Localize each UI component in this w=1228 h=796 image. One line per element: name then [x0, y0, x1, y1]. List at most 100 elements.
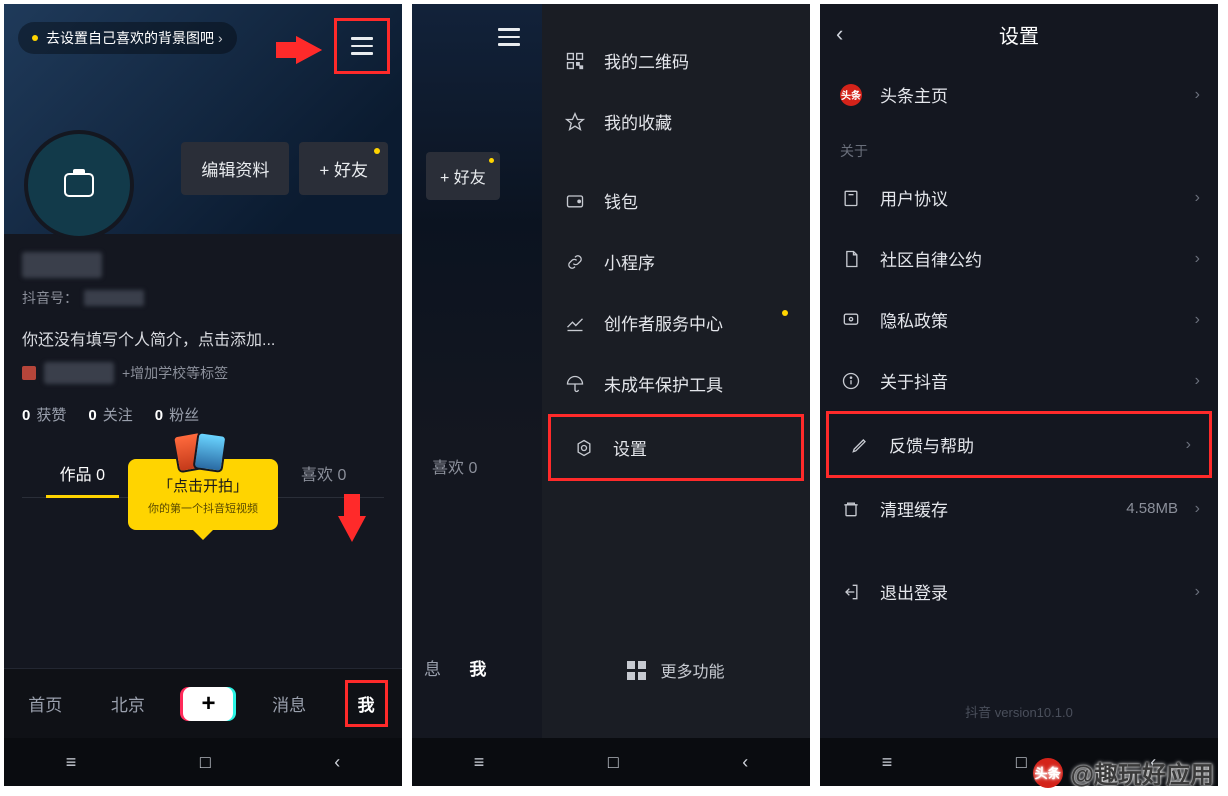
- tag-icon: [22, 366, 36, 380]
- annotation-arrow-right: [296, 36, 322, 64]
- logout-icon: [840, 582, 862, 602]
- menu-button-highlight[interactable]: [334, 18, 390, 74]
- screen-drawer: + 好友 喜欢 0 息 我 我的二维码 我的收藏 钱包 小程序 创作者服务中心: [412, 4, 810, 786]
- add-friend-button[interactable]: + 好友: [299, 142, 388, 195]
- sys-home-icon[interactable]: □: [1016, 752, 1027, 773]
- book-icon: [840, 188, 862, 208]
- tab-likes[interactable]: 喜欢 0: [263, 449, 384, 497]
- add-friend-button[interactable]: + 好友: [426, 152, 500, 200]
- chevron-right-icon: ›: [1195, 189, 1200, 207]
- drawer-underlay: + 好友 喜欢 0 息 我: [412, 4, 542, 738]
- hamburger-icon[interactable]: [498, 28, 542, 46]
- dot-icon: [32, 35, 38, 41]
- set-bg-text: 去设置自己喜欢的背景图吧: [46, 28, 214, 48]
- chart-icon: [564, 312, 586, 334]
- settings-feedback-highlight[interactable]: 反馈与帮助 ›: [826, 411, 1212, 478]
- system-nav: ≡ □ ‹: [412, 738, 810, 786]
- qrcode-icon: [564, 50, 586, 72]
- settings-section-about: 关于: [820, 125, 1218, 167]
- chevron-right-icon: ›: [1195, 250, 1200, 268]
- tooltip-sub: 你的第一个抖音短视频: [140, 500, 266, 516]
- nav-me-highlight[interactable]: 我: [345, 680, 388, 727]
- start-record-tooltip: 「点击开拍」 你的第一个抖音短视频: [128, 459, 278, 530]
- back-icon[interactable]: ‹: [836, 21, 843, 47]
- screen-settings: ‹ 设置 头条 头条主页 › 关于 用户协议 › 社区自律公约 › 隐私政策 ›…: [820, 4, 1218, 786]
- tab-works[interactable]: 作品 0: [22, 449, 143, 497]
- drawer-creator[interactable]: 创作者服务中心: [542, 292, 810, 353]
- umbrella-icon: [564, 373, 586, 395]
- stat-fans[interactable]: 0粉丝: [155, 404, 199, 425]
- settings-title: 设置: [999, 20, 1039, 49]
- settings-toutiao[interactable]: 头条 头条主页 ›: [820, 64, 1218, 125]
- profile-body: 抖音号： 你还没有填写个人简介，点击添加... +增加学校等标签 0获赞 0关注…: [4, 234, 402, 668]
- sys-home-icon[interactable]: □: [608, 752, 619, 773]
- link-icon: [564, 251, 586, 273]
- tooltip-title: 「点击开拍」: [140, 475, 266, 496]
- info-icon: [840, 371, 862, 391]
- pencil-icon: [849, 435, 871, 455]
- settings-about-app[interactable]: 关于抖音 ›: [820, 350, 1218, 411]
- sys-recent-icon[interactable]: ≡: [66, 752, 77, 773]
- chevron-right-icon: ›: [1195, 372, 1200, 390]
- toutiao-logo-icon: 头条: [1033, 758, 1063, 788]
- sys-home-icon[interactable]: □: [200, 752, 211, 773]
- nav-messages[interactable]: 消息: [262, 683, 316, 724]
- nav-record-button[interactable]: +: [183, 687, 233, 721]
- sys-recent-icon[interactable]: ≡: [474, 752, 485, 773]
- photo-deco-icon: [183, 435, 223, 469]
- bio-text[interactable]: 你还没有填写个人简介，点击添加...: [22, 326, 384, 350]
- screen-profile: 去设置自己喜欢的背景图吧 › 编辑资料 + 好友 抖音号： 你还没有填写个人简介…: [4, 4, 402, 786]
- sys-back-icon[interactable]: ‹: [334, 752, 340, 773]
- drawer-miniapp[interactable]: 小程序: [542, 231, 810, 292]
- douyin-id-label: 抖音号：: [22, 288, 78, 308]
- star-icon: [564, 111, 586, 133]
- nav-home[interactable]: 首页: [18, 683, 72, 724]
- avatar[interactable]: [24, 130, 134, 240]
- wallet-icon: [564, 190, 586, 212]
- trash-icon: [840, 499, 862, 519]
- edit-profile-button[interactable]: 编辑资料: [181, 142, 289, 195]
- chevron-right-icon: ›: [218, 30, 223, 46]
- settings-privacy[interactable]: 隐私政策 ›: [820, 289, 1218, 350]
- tag-blurred: [44, 362, 114, 384]
- toutiao-icon: 头条: [840, 84, 862, 106]
- cache-size: 4.58MB: [1126, 500, 1178, 517]
- bottom-nav: 首页 北京 + 消息 我: [4, 668, 402, 738]
- drawer-favorites[interactable]: 我的收藏: [542, 91, 810, 152]
- chevron-right-icon: ›: [1186, 436, 1191, 454]
- dot-icon: [489, 158, 494, 163]
- stats-row: 0获赞 0关注 0粉丝: [22, 404, 384, 425]
- tab-likes-partial: 喜欢 0: [432, 454, 477, 478]
- dot-icon: [782, 310, 788, 316]
- set-bg-pill[interactable]: 去设置自己喜欢的背景图吧 ›: [18, 22, 237, 54]
- settings-community[interactable]: 社区自律公约 ›: [820, 228, 1218, 289]
- system-nav: ≡ □ ‹: [4, 738, 402, 786]
- watermark-text: @趣玩好应用: [1071, 755, 1214, 790]
- sys-recent-icon[interactable]: ≡: [882, 752, 893, 773]
- settings-logout[interactable]: 退出登录 ›: [820, 561, 1218, 622]
- nav-city[interactable]: 北京: [101, 683, 155, 724]
- stat-following[interactable]: 0关注: [88, 404, 132, 425]
- chevron-right-icon: ›: [1195, 583, 1200, 601]
- drawer-wallet[interactable]: 钱包: [542, 170, 810, 231]
- douyin-id-blurred: [84, 290, 144, 306]
- annotation-arrow-down: [338, 516, 366, 542]
- settings-agreement[interactable]: 用户协议 ›: [820, 167, 1218, 228]
- stat-likes[interactable]: 0获赞: [22, 404, 66, 425]
- version-text: 抖音 version10.1.0: [820, 702, 1218, 721]
- drawer-more[interactable]: 更多功能: [542, 658, 810, 682]
- douyin-id-row: 抖音号：: [22, 288, 384, 308]
- nav-messages-partial: 息 我: [424, 655, 486, 680]
- drawer-minor-protect[interactable]: 未成年保护工具: [542, 353, 810, 414]
- settings-header: ‹ 设置: [820, 4, 1218, 64]
- hamburger-icon: [351, 37, 373, 55]
- settings-clear-cache[interactable]: 清理缓存 4.58MB ›: [820, 478, 1218, 539]
- sys-back-icon[interactable]: ‹: [742, 752, 748, 773]
- drawer-settings-highlight[interactable]: 设置: [548, 414, 804, 481]
- add-tag-button[interactable]: +增加学校等标签: [122, 363, 228, 383]
- camera-icon: [64, 173, 94, 197]
- chevron-right-icon: ›: [1195, 311, 1200, 329]
- side-drawer: 我的二维码 我的收藏 钱包 小程序 创作者服务中心 未成年保护工具 设置: [542, 4, 810, 738]
- drawer-qrcode[interactable]: 我的二维码: [542, 30, 810, 91]
- gear-icon: [573, 437, 595, 459]
